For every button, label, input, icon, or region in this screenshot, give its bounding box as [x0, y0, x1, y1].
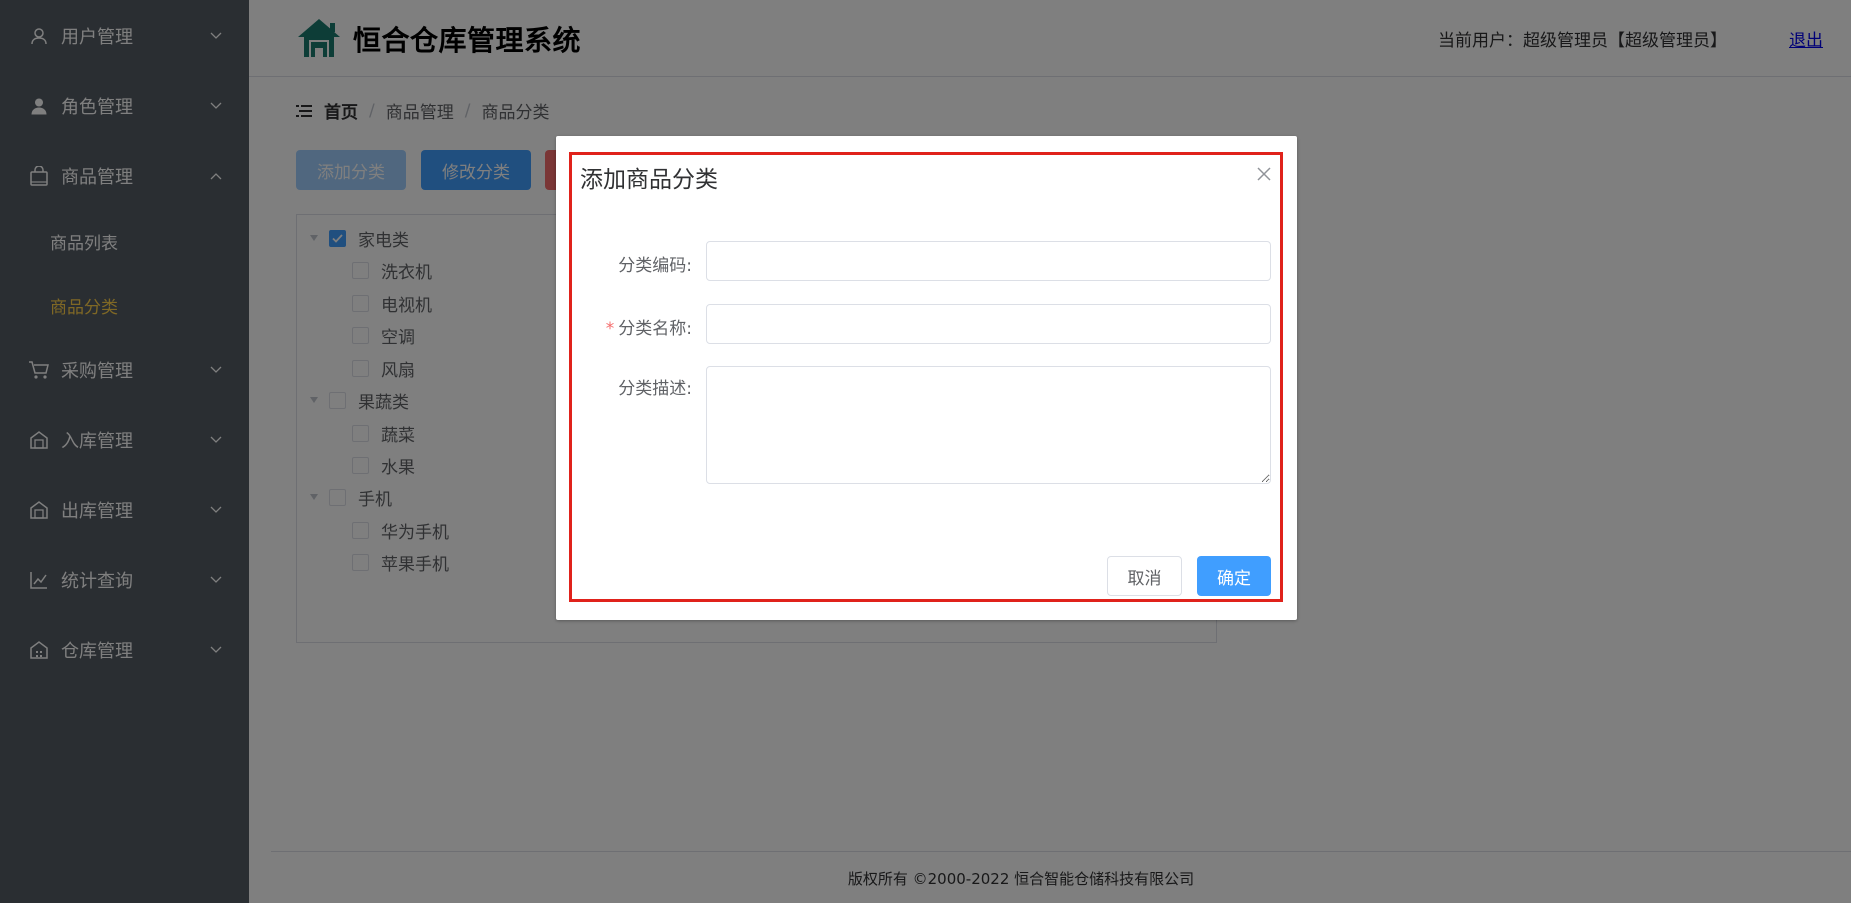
required-mark: *	[605, 319, 615, 339]
category-desc-textarea[interactable]	[706, 366, 1271, 484]
category-name-label: 分类名称:	[618, 319, 692, 339]
form-label-wrap: 分类编码:	[580, 241, 692, 281]
close-icon[interactable]	[1254, 164, 1274, 184]
category-code-input[interactable]	[706, 241, 1271, 281]
cancel-button[interactable]: 取消	[1107, 556, 1182, 596]
add-category-dialog: 添加商品分类 分类编码: * 分类名称: 分类描述: 取消 确定	[556, 136, 1297, 620]
category-name-label-wrap: * 分类名称:	[606, 314, 692, 339]
category-name-input[interactable]	[706, 304, 1271, 344]
form-label-wrap: * 分类名称:	[580, 304, 692, 344]
confirm-button[interactable]: 确定	[1197, 556, 1271, 596]
category-code-label: 分类编码:	[618, 256, 692, 276]
category-desc-label: 分类描述:	[618, 379, 692, 399]
form-label-wrap: 分类描述:	[580, 366, 692, 406]
dialog-title: 添加商品分类	[580, 167, 718, 193]
